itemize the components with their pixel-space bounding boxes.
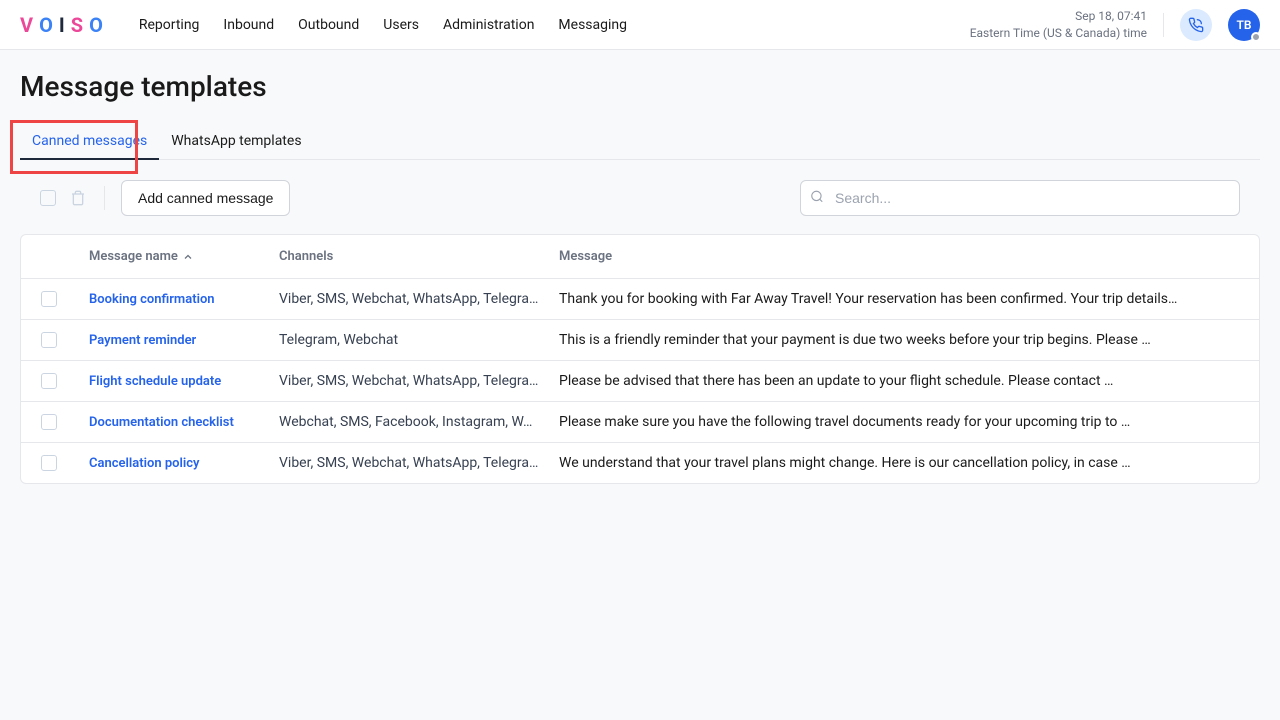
toolbar-divider <box>104 186 105 210</box>
column-header-channels[interactable]: Channels <box>279 249 559 264</box>
page-title: Message templates <box>20 70 1260 103</box>
page-content: Message templates Canned messages WhatsA… <box>0 50 1280 504</box>
search-icon <box>810 189 824 208</box>
table-row: Payment reminder Telegram, Webchat This … <box>21 320 1259 361</box>
phone-icon <box>1188 17 1204 33</box>
app-header: V O I S O Reporting Inbound Outbound Use… <box>0 0 1280 50</box>
nav-messaging[interactable]: Messaging <box>558 17 627 33</box>
row-message: This is a friendly reminder that your pa… <box>559 332 1239 348</box>
row-channels: Viber, SMS, Webchat, WhatsApp, Telegra… <box>279 291 559 307</box>
nav-administration[interactable]: Administration <box>443 17 534 33</box>
table-row: Flight schedule update Viber, SMS, Webch… <box>21 361 1259 402</box>
message-name-link[interactable]: Cancellation policy <box>89 456 200 471</box>
row-checkbox[interactable] <box>41 332 57 348</box>
row-channels: Viber, SMS, Webchat, WhatsApp, Telegra… <box>279 373 559 389</box>
add-canned-message-button[interactable]: Add canned message <box>121 180 290 216</box>
row-checkbox[interactable] <box>41 373 57 389</box>
row-message: We understand that your travel plans mig… <box>559 455 1239 471</box>
avatar[interactable]: TB <box>1228 9 1260 41</box>
logo-letter: O <box>89 13 109 37</box>
logo-letter: O <box>39 13 59 37</box>
tab-whatsapp-templates[interactable]: WhatsApp templates <box>159 123 313 159</box>
row-channels: Telegram, Webchat <box>279 332 559 348</box>
nav-users[interactable]: Users <box>383 17 419 33</box>
table-row: Cancellation policy Viber, SMS, Webchat,… <box>21 443 1259 483</box>
nav-inbound[interactable]: Inbound <box>223 17 274 33</box>
logo[interactable]: V O I S O <box>20 13 109 37</box>
logo-letter: S <box>71 13 89 37</box>
message-name-link[interactable]: Payment reminder <box>89 333 196 348</box>
logo-letter: I <box>59 13 71 37</box>
datetime-zone: Eastern Time (US & Canada) time <box>970 25 1147 42</box>
nav-outbound[interactable]: Outbound <box>298 17 359 33</box>
message-name-link[interactable]: Booking confirmation <box>89 292 215 307</box>
datetime-date: Sep 18, 07:41 <box>970 8 1147 25</box>
phone-button[interactable] <box>1180 9 1212 41</box>
row-checkbox[interactable] <box>41 414 57 430</box>
trash-icon <box>70 190 86 206</box>
table-header: Message name Channels Message <box>21 235 1259 279</box>
tabs: Canned messages WhatsApp templates <box>20 123 1260 160</box>
nav-reporting[interactable]: Reporting <box>139 17 200 33</box>
row-channels: Viber, SMS, Webchat, WhatsApp, Telegra… <box>279 455 559 471</box>
search-input[interactable] <box>800 180 1240 216</box>
status-dot-icon <box>1251 32 1261 42</box>
row-channels: Webchat, SMS, Facebook, Instagram, W… <box>279 414 559 430</box>
messages-table: Message name Channels Message Booking co… <box>20 234 1260 484</box>
row-message: Thank you for booking with Far Away Trav… <box>559 291 1239 307</box>
column-header-name-label: Message name <box>89 249 178 264</box>
header-right: Sep 18, 07:41 Eastern Time (US & Canada)… <box>970 8 1260 42</box>
select-all-checkbox[interactable] <box>40 190 56 206</box>
tab-canned-messages[interactable]: Canned messages <box>20 123 159 159</box>
column-header-name[interactable]: Message name <box>69 249 279 264</box>
avatar-initials: TB <box>1237 18 1252 32</box>
delete-button[interactable] <box>68 188 88 208</box>
table-row: Booking confirmation Viber, SMS, Webchat… <box>21 279 1259 320</box>
row-checkbox[interactable] <box>41 455 57 471</box>
search-box <box>800 180 1240 216</box>
main-nav: Reporting Inbound Outbound Users Adminis… <box>139 17 970 33</box>
row-message: Please be advised that there has been an… <box>559 373 1239 389</box>
toolbar: Add canned message <box>20 180 1260 216</box>
sort-asc-icon <box>182 251 194 263</box>
logo-letter: V <box>20 13 39 37</box>
message-name-link[interactable]: Documentation checklist <box>89 415 234 430</box>
row-message: Please make sure you have the following … <box>559 414 1239 430</box>
datetime-block: Sep 18, 07:41 Eastern Time (US & Canada)… <box>970 8 1147 42</box>
header-divider <box>1163 13 1164 37</box>
row-checkbox[interactable] <box>41 291 57 307</box>
table-row: Documentation checklist Webchat, SMS, Fa… <box>21 402 1259 443</box>
message-name-link[interactable]: Flight schedule update <box>89 374 221 389</box>
column-header-message[interactable]: Message <box>559 249 1239 264</box>
